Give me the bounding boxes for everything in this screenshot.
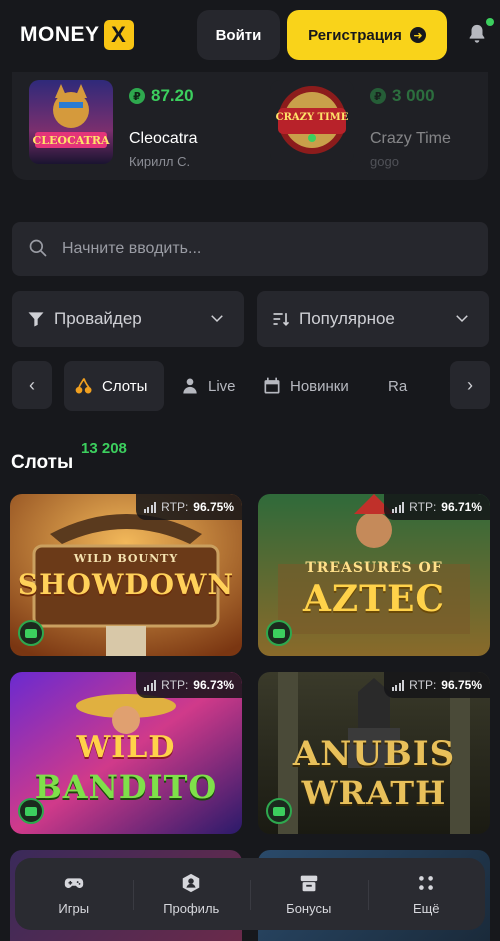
tab-live[interactable]: Live — [170, 361, 246, 411]
win-amount: ₽ 87.20 — [129, 86, 194, 106]
section-title: Слоты — [11, 452, 74, 473]
game-title-top: WILD BOUNTY — [73, 552, 179, 565]
rtp-badge: RTP: 96.71% — [383, 494, 490, 520]
game-title-main: AZTEC — [302, 578, 446, 620]
demo-mode-icon[interactable] — [18, 620, 44, 646]
nav-bonuses[interactable]: Бонусы — [250, 858, 368, 930]
search-input[interactable]: Начните вводить... — [12, 222, 488, 276]
signal-bars-icon — [143, 501, 157, 513]
ruble-icon: ₽ — [129, 88, 145, 104]
calendar-icon — [264, 377, 280, 394]
register-button[interactable]: Регистрация ➜ — [287, 10, 447, 60]
win-amount: ₽ 3 000 — [370, 86, 435, 106]
section-count: 13 208 — [81, 440, 127, 457]
game-title-main: SHOWDOWN — [17, 568, 235, 601]
signal-bars-icon — [391, 501, 405, 513]
game-title-top: ANUBIS — [292, 734, 456, 774]
demo-mode-icon[interactable] — [18, 798, 44, 824]
game-thumbnail: CLEOCATRA — [29, 80, 113, 164]
tabs-next-button[interactable]: › — [450, 361, 490, 409]
recent-wins-strip: CLEOCATRA ₽ 87.20 Cleocatra Кирилл С. CR… — [12, 72, 488, 180]
nav-more[interactable]: Ещё — [367, 858, 486, 930]
chevron-down-icon — [456, 315, 468, 323]
dots-grid-icon — [419, 876, 434, 890]
game-card[interactable]: WILD BANDITO RTP: 96.73% — [10, 672, 242, 834]
category-tabs: ‹ Слоты Live Новинки Rake › — [0, 361, 500, 411]
sort-filter[interactable]: Популярное — [257, 291, 489, 347]
win-user-name: gogo — [370, 154, 399, 169]
dealer-icon — [183, 378, 197, 394]
recent-win-item[interactable]: CLEOCATRA ₽ 87.20 Cleocatra Кирилл С. — [29, 80, 269, 170]
cherries-icon — [75, 378, 92, 394]
bell-icon[interactable] — [466, 22, 488, 46]
game-title-top: TREASURES OF — [305, 560, 443, 576]
game-thumbnail: CRAZY TIME — [270, 80, 354, 164]
game-title-main: BANDITO — [34, 768, 218, 806]
demo-mode-icon[interactable] — [266, 798, 292, 824]
rtp-badge: RTP: 96.75% — [383, 672, 490, 698]
provider-filter[interactable]: Провайдер — [12, 291, 244, 347]
thumbnail-title: CLEOCATRA — [32, 134, 109, 147]
tab-rake[interactable]: Rake — [370, 361, 408, 411]
chevron-down-icon — [211, 315, 223, 323]
logo-text: MONEY — [20, 23, 100, 46]
profile-icon — [183, 873, 200, 893]
search-placeholder: Начните вводить... — [62, 240, 202, 257]
gamepad-icon — [64, 878, 83, 888]
provider-filter-label: Провайдер — [54, 309, 142, 328]
header: MONEY X Войти Регистрация ➜ — [0, 0, 500, 72]
game-title-top: WILD — [76, 730, 176, 765]
ruble-icon: ₽ — [370, 88, 386, 104]
game-title-main: WRATH — [301, 774, 447, 812]
arrow-right-icon: ➜ — [409, 27, 426, 43]
logo[interactable]: MONEY X — [20, 20, 134, 50]
rtp-badge: RTP: 96.75% — [135, 494, 242, 520]
win-game-name: Cleocatra — [129, 130, 198, 147]
demo-mode-icon[interactable] — [266, 620, 292, 646]
login-button[interactable]: Войти — [197, 10, 280, 60]
tab-new[interactable]: Новинки — [252, 361, 359, 411]
register-button-label: Регистрация — [308, 26, 402, 44]
sort-filter-label: Популярное — [299, 309, 395, 328]
gift-icon — [300, 875, 317, 892]
nav-games[interactable]: Игры — [15, 858, 133, 930]
bottom-navigation: Игры Профиль Бонусы Ещё — [15, 858, 485, 930]
win-user-name: Кирилл С. — [129, 154, 191, 169]
notification-dot — [486, 18, 494, 26]
thumbnail-title: CRAZY TIME — [276, 112, 349, 123]
sort-icon — [273, 313, 290, 327]
recent-win-item[interactable]: CRAZY TIME ₽ 3 000 Crazy Time gogo — [270, 80, 488, 170]
signal-bars-icon — [143, 679, 157, 691]
game-card[interactable]: TREASURES OF AZTEC RTP: 96.71% — [258, 494, 490, 656]
nav-profile[interactable]: Профиль — [132, 858, 251, 930]
signal-bars-icon — [391, 679, 405, 691]
funnel-icon — [28, 312, 44, 327]
logo-mark: X — [103, 20, 134, 50]
rtp-badge: RTP: 96.73% — [135, 672, 242, 698]
tabs-prev-button[interactable]: ‹ — [12, 361, 52, 409]
search-icon — [29, 239, 47, 257]
game-card[interactable]: ANUBIS WRATH RTP: 96.75% — [258, 672, 490, 834]
tab-slots[interactable]: Слоты — [64, 361, 164, 411]
win-game-name: Crazy Time — [370, 130, 451, 147]
game-card[interactable]: WILD BOUNTY SHOWDOWN RTP: 96.75% — [10, 494, 242, 656]
